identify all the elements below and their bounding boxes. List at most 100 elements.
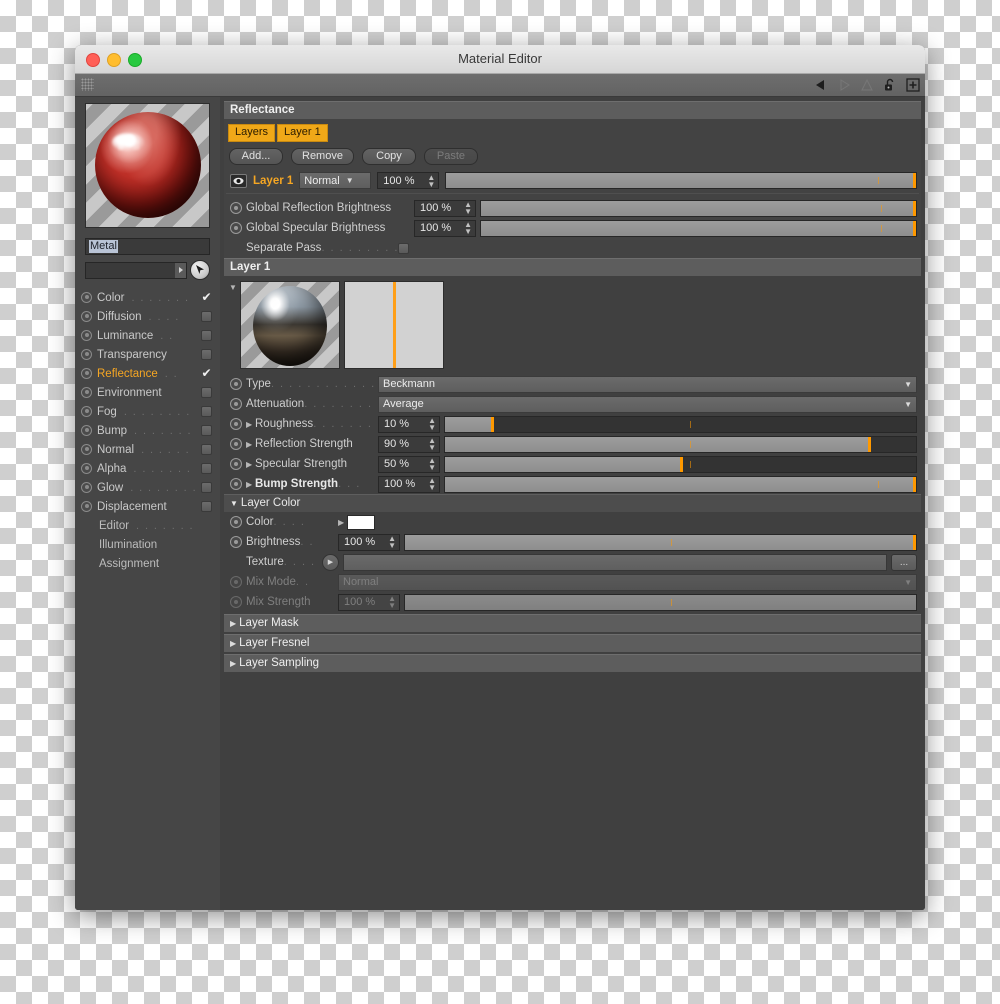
channel-item-luminance[interactable]: Luminance . .	[75, 326, 220, 345]
bump-strength-row-input[interactable]: 100 % ▲ ▼	[378, 475, 440, 493]
sidebar-item-illumination[interactable]: Illumination	[75, 535, 220, 554]
animate-dot-icon[interactable]	[230, 516, 242, 528]
animate-dot-icon[interactable]	[230, 378, 242, 390]
channel-checkbox[interactable]	[201, 349, 212, 360]
global-reflection-brightness-input[interactable]: 100 % ▲ ▼	[414, 199, 476, 217]
animate-dot-icon[interactable]	[230, 202, 242, 214]
stepper-icon[interactable]: ▲ ▼	[427, 173, 435, 188]
channel-radio-icon[interactable]	[81, 425, 92, 436]
channel-item-diffusion[interactable]: Diffusion . . . .	[75, 307, 220, 326]
animate-dot-icon[interactable]	[230, 458, 242, 470]
layer-color-swatch[interactable]	[347, 514, 375, 530]
channel-item-normal[interactable]: Normal . . . . . .	[75, 440, 220, 459]
tab-layer-1[interactable]: Layer 1	[277, 124, 328, 142]
stepper-icon[interactable]: ▲ ▼	[464, 221, 472, 236]
attenuation-row-dropdown[interactable]: Average ▼	[378, 395, 917, 413]
bump-strength-row-slider[interactable]	[444, 475, 917, 493]
separate-pass-checkbox[interactable]	[398, 242, 409, 254]
layer-color-section-header[interactable]: ▼ Layer Color	[224, 494, 921, 512]
channel-item-glow[interactable]: Glow . . . . . . . .	[75, 478, 220, 497]
channel-item-reflectance[interactable]: Reflectance . . ✔	[75, 364, 220, 383]
channel-radio-icon[interactable]	[81, 330, 92, 341]
sidebar-item-editor[interactable]: Editor . . . . . . .	[75, 516, 220, 535]
layer-blend-mode-dropdown[interactable]: Normal ▼	[299, 172, 372, 189]
specular-strength-row-slider[interactable]	[444, 455, 917, 473]
channel-item-environment[interactable]: Environment	[75, 383, 220, 402]
material-path-input[interactable]	[85, 261, 187, 279]
channel-checkbox[interactable]	[201, 482, 212, 493]
channel-checkbox[interactable]	[201, 406, 212, 417]
channel-checkbox[interactable]	[201, 501, 212, 512]
layer-material-thumbnail[interactable]	[240, 281, 340, 369]
expand-triangle-icon[interactable]: ▶	[246, 440, 255, 449]
lock-open-icon[interactable]	[882, 77, 898, 93]
stepper-icon[interactable]: ▲ ▼	[388, 535, 396, 550]
drag-grip-icon[interactable]	[81, 78, 94, 91]
animate-dot-icon[interactable]	[230, 222, 242, 234]
channel-radio-icon[interactable]	[81, 463, 92, 474]
reflection-strength-row-input[interactable]: 90 % ▲ ▼	[378, 435, 440, 453]
channel-item-bump[interactable]: Bump . . . . . . .	[75, 421, 220, 440]
channel-radio-icon[interactable]	[81, 482, 92, 493]
channel-radio-icon[interactable]	[81, 311, 92, 322]
sidebar-item-assignment[interactable]: Assignment	[75, 554, 220, 573]
texture-browse-button[interactable]: ...	[891, 553, 917, 571]
channel-checkmark-icon[interactable]: ✔	[201, 291, 212, 303]
picker-cursor-icon[interactable]	[190, 260, 210, 280]
channel-checkbox[interactable]	[201, 330, 212, 341]
channel-checkbox[interactable]	[201, 444, 212, 455]
roughness-row-input[interactable]: 10 % ▲ ▼	[378, 415, 440, 433]
layer-brightness-input[interactable]: 100 % ▲ ▼	[338, 533, 400, 551]
channel-checkmark-icon[interactable]: ✔	[201, 367, 212, 379]
channel-checkbox[interactable]	[201, 311, 212, 322]
global-reflection-brightness-slider[interactable]	[480, 199, 917, 217]
channel-radio-icon[interactable]	[81, 292, 92, 303]
stepper-icon[interactable]: ▲ ▼	[428, 437, 436, 452]
texture-menu-icon[interactable]: ▶	[322, 553, 339, 571]
collapsed-section-layer-sampling[interactable]: ▶ Layer Sampling	[224, 654, 921, 672]
channel-checkbox[interactable]	[201, 425, 212, 436]
animate-dot-icon[interactable]	[230, 418, 242, 430]
layer-opacity-input[interactable]: 100 % ▲ ▼	[377, 172, 440, 189]
tab-layers[interactable]: Layers	[228, 124, 276, 142]
layer-opacity-slider[interactable]	[445, 172, 917, 189]
channel-radio-icon[interactable]	[81, 501, 92, 512]
collapsed-section-layer-mask[interactable]: ▶ Layer Mask	[224, 614, 921, 632]
animate-dot-icon[interactable]	[230, 478, 242, 490]
add-box-icon[interactable]	[905, 77, 921, 93]
stepper-icon[interactable]: ▲ ▼	[428, 457, 436, 472]
layer-brightness-slider[interactable]	[404, 533, 917, 551]
layer-visibility-icon[interactable]	[230, 173, 247, 188]
path-arrow-icon[interactable]	[175, 262, 186, 278]
animate-dot-icon[interactable]	[230, 438, 242, 450]
layer-gradient-thumbnail[interactable]	[344, 281, 444, 369]
expand-triangle-icon[interactable]: ▶	[246, 420, 255, 429]
reflection-strength-row-slider[interactable]	[444, 435, 917, 453]
channel-checkbox[interactable]	[201, 463, 212, 474]
animate-dot-icon[interactable]	[230, 398, 242, 410]
roughness-row-slider[interactable]	[444, 415, 917, 433]
texture-path-input[interactable]	[343, 553, 887, 571]
global-specular-brightness-input[interactable]: 100 % ▲ ▼	[414, 219, 476, 237]
material-name-input[interactable]: Metal	[85, 238, 210, 255]
stepper-icon[interactable]: ▲ ▼	[428, 417, 436, 432]
channel-item-alpha[interactable]: Alpha . . . . . . .	[75, 459, 220, 478]
material-preview[interactable]	[85, 103, 210, 228]
expand-triangle-icon[interactable]: ▼	[229, 283, 237, 292]
expand-triangle-icon[interactable]: ▶	[246, 460, 255, 469]
global-specular-brightness-slider[interactable]	[480, 219, 917, 237]
channel-radio-icon[interactable]	[81, 387, 92, 398]
add-button[interactable]: Add...	[229, 148, 283, 165]
animate-dot-icon[interactable]	[230, 536, 242, 548]
color-expand-triangle-icon[interactable]: ▶	[338, 518, 347, 527]
channel-radio-icon[interactable]	[81, 368, 92, 379]
channel-item-transparency[interactable]: Transparency	[75, 345, 220, 364]
channel-checkbox[interactable]	[201, 387, 212, 398]
channel-radio-icon[interactable]	[81, 406, 92, 417]
channel-item-color[interactable]: Color . . . . . . . ✔	[75, 288, 220, 307]
stepper-icon[interactable]: ▲ ▼	[464, 201, 472, 216]
type-row-dropdown[interactable]: Beckmann ▼	[378, 375, 917, 393]
copy-button[interactable]: Copy	[361, 148, 416, 165]
specular-strength-row-input[interactable]: 50 % ▲ ▼	[378, 455, 440, 473]
collapsed-section-layer-fresnel[interactable]: ▶ Layer Fresnel	[224, 634, 921, 652]
